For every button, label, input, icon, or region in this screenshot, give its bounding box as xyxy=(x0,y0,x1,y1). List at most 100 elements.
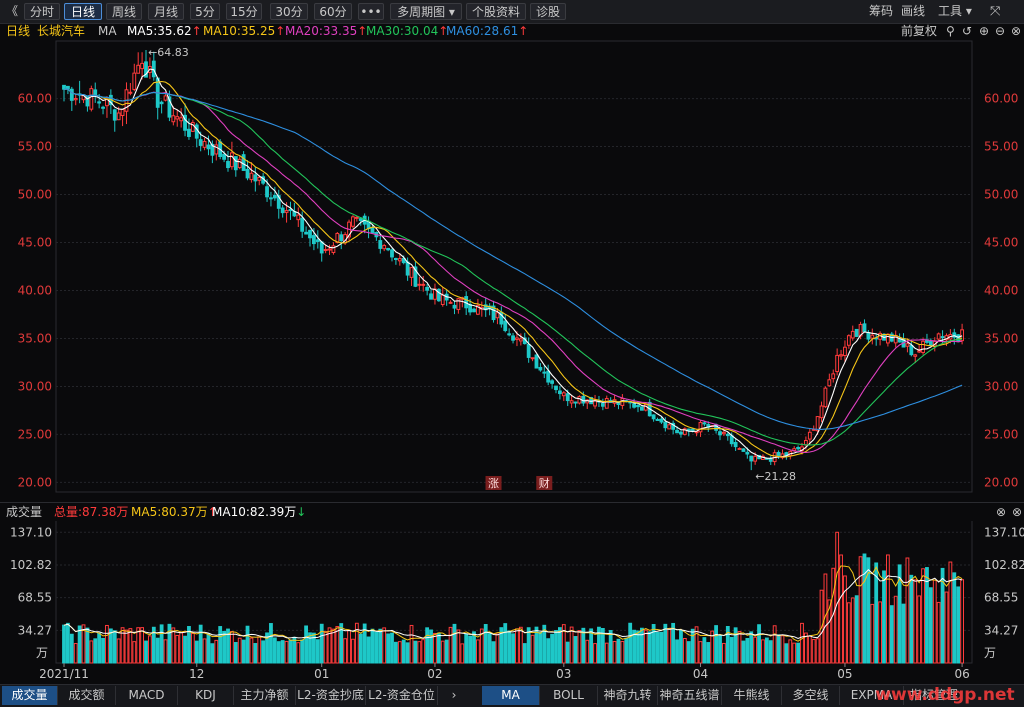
settings-icon[interactable]: ⚲ xyxy=(946,23,955,40)
low-annotation: ←21.28 xyxy=(755,470,796,483)
tab-bull-bear[interactable]: 牛熊线 xyxy=(722,686,782,705)
volume-bar xyxy=(253,643,258,664)
tab-daily[interactable]: 日线 xyxy=(64,3,102,20)
volume-bar xyxy=(483,624,488,664)
zoom-out-icon[interactable]: ⊖ xyxy=(995,23,1005,40)
tab-l2-position[interactable]: L2-资金仓位 xyxy=(366,686,438,705)
candle xyxy=(229,152,234,168)
tab-long-short[interactable]: 多空线 xyxy=(782,686,840,705)
double-chevron-left-icon[interactable]: 《 xyxy=(6,3,18,20)
diagnose-button[interactable]: 诊股 xyxy=(530,3,566,20)
volume-bar xyxy=(878,601,883,664)
volume-bar xyxy=(241,639,246,664)
volume-label: 成交量 xyxy=(6,505,43,519)
volume-bar xyxy=(921,568,925,664)
multi-period-dropdown[interactable]: 多周期图 ▾ xyxy=(390,3,462,20)
volume-bar xyxy=(128,628,133,664)
close-icon[interactable]: ⊗ xyxy=(996,503,1006,521)
tab-l2-bottom[interactable]: L2-资金抄底 xyxy=(296,686,366,705)
high-annotation: ←64.83 xyxy=(148,46,189,59)
tab-intraday[interactable]: 分时 xyxy=(24,3,60,20)
candle xyxy=(768,458,773,462)
candle xyxy=(429,293,433,300)
chevron-right-icon[interactable]: › xyxy=(442,686,466,705)
volume-bar xyxy=(870,603,875,664)
volume-bar xyxy=(835,531,840,664)
volume-bar xyxy=(233,642,238,664)
candle xyxy=(405,261,410,276)
tab-ma[interactable]: MA xyxy=(482,686,540,705)
volume-bar xyxy=(944,591,949,664)
tab-15min[interactable]: 15分 xyxy=(226,3,262,20)
candle xyxy=(315,239,320,243)
volume-bar xyxy=(288,639,293,664)
volume-ma10: MA10:82.39万↓ xyxy=(212,503,306,521)
volume-tick-label: 68.55 xyxy=(984,591,1018,605)
draw-line-button[interactable]: 画线 xyxy=(901,3,925,20)
candle xyxy=(561,392,566,397)
event-marker-label: 涨 xyxy=(488,477,499,490)
tab-5min[interactable]: 5分 xyxy=(190,3,220,20)
candle xyxy=(526,343,531,358)
tab-volume[interactable]: 成交量 xyxy=(2,686,58,705)
close-icon[interactable]: ⊗ xyxy=(1011,23,1021,40)
tab-magic-nine[interactable]: 神奇九转 xyxy=(598,686,658,705)
candle xyxy=(253,174,258,182)
x-tick-label: 01 xyxy=(314,667,329,681)
candle xyxy=(163,95,168,101)
volume-bar xyxy=(144,640,148,664)
ma-label: MA xyxy=(98,24,117,38)
volume-bar xyxy=(772,625,777,664)
tab-30min[interactable]: 30分 xyxy=(270,3,308,20)
candle xyxy=(745,451,750,455)
tab-magic-five[interactable]: 神奇五线谱 xyxy=(658,686,722,705)
candle xyxy=(718,431,722,436)
volume-bar xyxy=(366,636,371,664)
tab-weekly[interactable]: 周线 xyxy=(106,3,142,20)
undo-icon[interactable]: ↺ xyxy=(962,23,972,40)
volume-bar xyxy=(159,624,164,664)
candle xyxy=(237,158,242,169)
volume-bar xyxy=(358,633,363,664)
close-icon[interactable]: ⊗ xyxy=(1012,503,1022,521)
volume-bar xyxy=(757,624,761,664)
chart-canvas[interactable]: 60.00 60.00 55.00 55.00 50.00 50.00 45.00 45.00… xyxy=(0,0,1024,706)
tab-60min[interactable]: 60分 xyxy=(314,3,352,20)
chips-button[interactable]: 筹码 xyxy=(869,3,893,20)
candle xyxy=(534,354,539,369)
volume-bar xyxy=(433,632,437,664)
candle xyxy=(187,128,191,137)
stock-info-button[interactable]: 个股资料 xyxy=(466,3,526,20)
volume-bar xyxy=(913,579,918,664)
candle xyxy=(823,387,828,408)
volume-bar xyxy=(729,636,734,664)
candle xyxy=(136,64,141,74)
tab-turnover[interactable]: 成交额 xyxy=(58,686,116,705)
volume-bar xyxy=(538,631,543,664)
expand-arrows-icon[interactable]: ⤧ xyxy=(990,3,1000,20)
tab-macd[interactable]: MACD xyxy=(116,686,178,705)
candle xyxy=(843,346,847,357)
tab-main-net[interactable]: 主力净额 xyxy=(234,686,296,705)
more-button[interactable]: ••• xyxy=(358,3,384,20)
tab-monthly[interactable]: 月线 xyxy=(148,3,184,20)
tab-kdj[interactable]: KDJ xyxy=(178,686,234,705)
candle xyxy=(351,216,355,227)
volume-bar xyxy=(628,622,633,664)
price-panel xyxy=(55,40,973,493)
volume-bar xyxy=(269,623,273,664)
adjust-selector[interactable]: 前复权 xyxy=(901,23,937,40)
volume-bar xyxy=(636,630,640,664)
tab-boll[interactable]: BOLL xyxy=(540,686,598,705)
zoom-in-icon[interactable]: ⊕ xyxy=(979,23,989,40)
tools-button[interactable]: 工具 ▾ xyxy=(938,3,972,20)
candle xyxy=(284,210,289,213)
volume-bar xyxy=(261,640,266,664)
volume-bar xyxy=(718,634,722,664)
volume-bar xyxy=(792,642,797,664)
stock-name: 长城汽车 xyxy=(37,24,86,38)
volume-bar xyxy=(764,637,769,664)
toolbar: 《 分时 日线 周线 月线 5分 15分 30分 60分 ••• 多周期图 ▾ … xyxy=(0,0,1024,24)
volume-bar xyxy=(452,623,457,664)
candle xyxy=(241,154,246,171)
